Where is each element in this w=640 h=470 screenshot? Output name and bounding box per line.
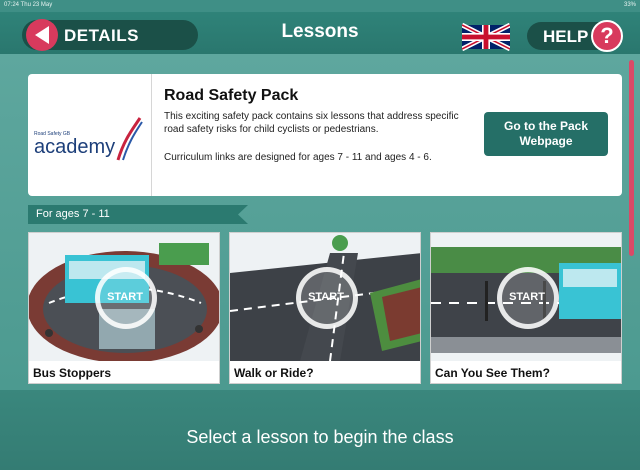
start-label: START bbox=[107, 291, 143, 303]
footer-bar: Select a lesson to begin the class bbox=[0, 390, 640, 470]
lesson-card-bus-stoppers[interactable]: START Bus Stoppers bbox=[28, 232, 220, 384]
age-group-ribbon: For ages 7 - 11 bbox=[28, 205, 248, 224]
status-battery: 33% bbox=[623, 2, 636, 8]
logo-swoosh-icon bbox=[116, 117, 143, 161]
pack-title: Road Safety Pack bbox=[164, 87, 299, 104]
start-label: START bbox=[509, 291, 545, 303]
start-label: START bbox=[308, 291, 344, 303]
content-scrollbar[interactable] bbox=[629, 60, 634, 256]
language-flag-button[interactable] bbox=[460, 22, 512, 52]
lesson-name: Walk or Ride? bbox=[234, 366, 314, 380]
pack-curriculum: Curriculum links are designed for ages 7… bbox=[164, 152, 432, 163]
status-time: 07:24 Thu 23 May bbox=[4, 2, 53, 8]
lesson-card-walk-or-ride[interactable]: START Walk or Ride? bbox=[229, 232, 421, 384]
lesson-name: Can You See Them? bbox=[435, 366, 550, 380]
logo-main-text: academy bbox=[34, 136, 116, 158]
question-mark-icon: ? bbox=[591, 20, 623, 52]
pack-description: This exciting safety pack contains six l… bbox=[164, 111, 459, 135]
pack-webpage-button[interactable]: Go to the Pack Webpage bbox=[484, 112, 608, 156]
help-label: HELP bbox=[543, 27, 589, 46]
pack-info-card: Road Safety GB academy Road Safety Pack … bbox=[28, 74, 622, 196]
status-bar: 07:24 Thu 23 May 33% bbox=[0, 0, 640, 12]
footer-instruction: Select a lesson to begin the class bbox=[186, 427, 454, 447]
lesson-card-can-you-see-them[interactable]: START Can You See Them? bbox=[430, 232, 622, 384]
top-bar: DETAILS Lessons HELP ? bbox=[0, 12, 640, 54]
age-group-label: For ages 7 - 11 bbox=[36, 208, 110, 220]
lessons-content[interactable]: Road Safety GB academy Road Safety Pack … bbox=[0, 54, 640, 390]
help-button[interactable]: HELP ? bbox=[527, 20, 623, 52]
lesson-name: Bus Stoppers bbox=[33, 366, 112, 380]
uk-flag-icon bbox=[460, 22, 512, 52]
pack-logo: Road Safety GB academy bbox=[28, 74, 152, 196]
